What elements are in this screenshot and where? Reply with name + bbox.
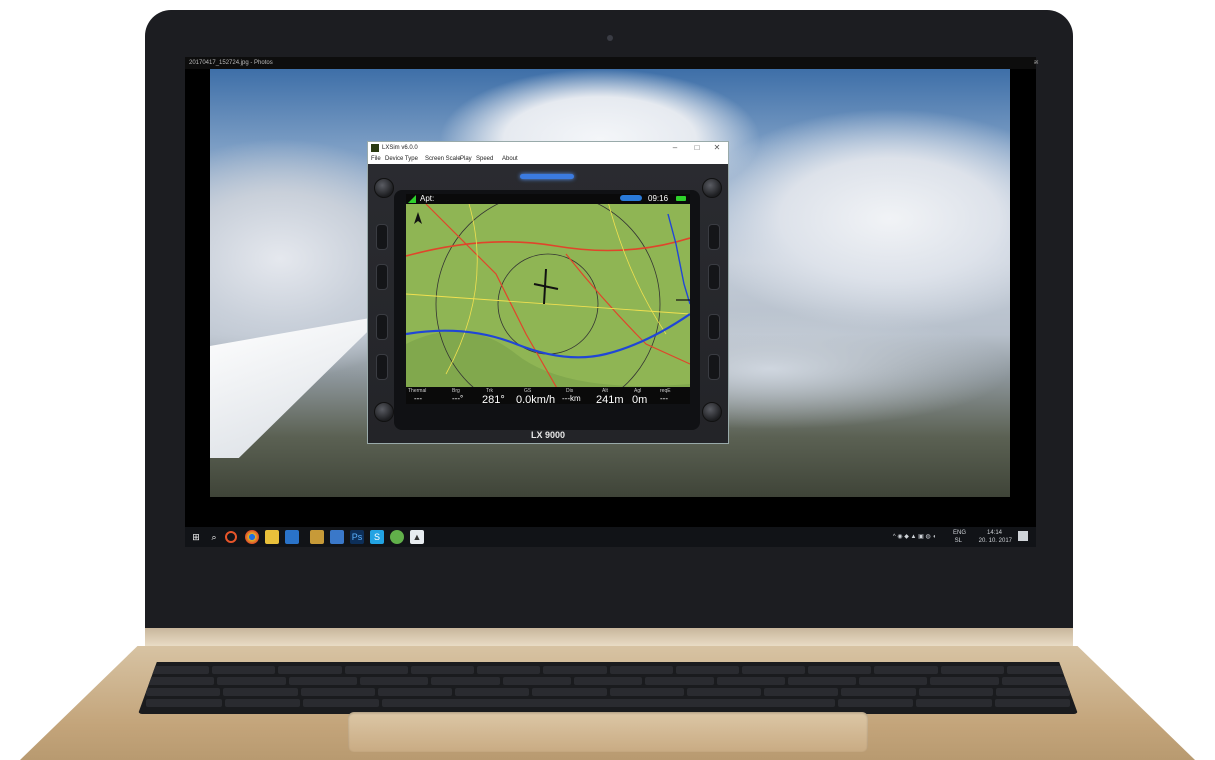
- photoshop-icon[interactable]: Ps: [350, 530, 364, 544]
- lxsim-title: LXSim v6.0.0: [382, 145, 418, 151]
- search-icon[interactable]: ⌕: [207, 530, 221, 544]
- device-model-label: LX 9000: [530, 430, 566, 440]
- input-region: SL: [954, 538, 962, 544]
- left-button-1[interactable]: [376, 224, 388, 250]
- navbox-value: 0m: [632, 394, 648, 404]
- mode-label: Apt:: [420, 194, 435, 203]
- folder-icon[interactable]: [310, 530, 324, 544]
- right-button-1[interactable]: [708, 224, 720, 250]
- photos-titlebar[interactable]: 20170417_152724.jpg - Photos – □ ✕: [185, 57, 1039, 69]
- key-row: [138, 699, 1078, 707]
- lcd-screen[interactable]: Apt: 09:16 Thermal --- Brg ---° Trk 281°: [406, 194, 690, 404]
- app-icon[interactable]: [330, 530, 344, 544]
- knob-top-left[interactable]: [374, 178, 394, 198]
- lcd-topbar: Apt: 09:16: [406, 194, 690, 204]
- photos-title: 20170417_152724.jpg - Photos: [189, 60, 273, 66]
- navbox-value: ---km: [562, 394, 581, 403]
- chrome-icon[interactable]: [245, 530, 259, 544]
- laptop-hinge: [145, 628, 1073, 646]
- menu-speed[interactable]: Speed: [476, 154, 493, 164]
- windows-taskbar: ⊞ ⌕ Ps S ▲ ^ ◉ ◆ ▲ ▣ ◍ ◖ ENG SL 14:14 20…: [185, 527, 1036, 547]
- action-center-icon[interactable]: [1018, 531, 1028, 541]
- left-button-4[interactable]: [376, 354, 388, 380]
- touchpad[interactable]: [348, 712, 868, 752]
- lxsim-app-icon: [371, 144, 379, 152]
- left-button-2[interactable]: [376, 264, 388, 290]
- lxsim-window: LXSim v6.0.0 – □ ✕ File Device Type Scre…: [367, 141, 729, 444]
- navbox-value: 0.0km/h: [516, 394, 556, 404]
- right-button-3[interactable]: [708, 314, 720, 340]
- cortana-icon[interactable]: [225, 531, 237, 543]
- navbox-bar: Thermal --- Brg ---° Trk 281° GS 0.0km/h…: [406, 387, 690, 404]
- lxsim-titlebar[interactable]: LXSim v6.0.0 – □ ✕: [368, 142, 728, 154]
- menu-play[interactable]: Play: [460, 154, 472, 164]
- moving-map[interactable]: [406, 194, 690, 404]
- lxsim-maximize-button[interactable]: □: [686, 142, 708, 154]
- tray-clock[interactable]: 14:14: [987, 529, 1002, 537]
- key-row: [138, 688, 1078, 696]
- lxsim-minimize-button[interactable]: –: [664, 142, 686, 154]
- menu-about[interactable]: About: [502, 154, 518, 164]
- file-explorer-icon[interactable]: [265, 530, 279, 544]
- lxsim-close-button[interactable]: ✕: [706, 142, 728, 154]
- keyboard: [138, 662, 1078, 714]
- clock: 09:16: [648, 194, 669, 203]
- navbox-value: ---: [660, 394, 668, 403]
- right-button-4[interactable]: [708, 354, 720, 380]
- menu-screen-scale[interactable]: Screen Scale: [425, 154, 461, 164]
- photos-close-button[interactable]: ✕: [1034, 57, 1048, 69]
- store-icon[interactable]: [285, 530, 299, 544]
- windows-start-icon[interactable]: ⊞: [189, 530, 203, 544]
- webcam: [607, 35, 613, 41]
- key-row: [138, 677, 1078, 685]
- lx9000-device: Apt: 09:16 Thermal --- Brg ---° Trk 281°: [368, 164, 728, 443]
- knob-top-right[interactable]: [702, 178, 722, 198]
- skype-icon[interactable]: S: [370, 530, 384, 544]
- battery-icon: [676, 196, 686, 201]
- key-row: [138, 666, 1078, 674]
- knob-bottom-right[interactable]: [702, 402, 722, 422]
- navbox-value: ---°: [452, 394, 464, 403]
- right-button-2[interactable]: [708, 264, 720, 290]
- navbox-value: 281°: [482, 394, 505, 404]
- photos-icon[interactable]: ▲: [410, 530, 424, 544]
- menu-device-type[interactable]: Device Type: [385, 154, 418, 164]
- input-language[interactable]: ENG: [953, 529, 966, 537]
- navbox-value: ---: [414, 394, 422, 403]
- left-button-3[interactable]: [376, 314, 388, 340]
- signal-icon: [408, 195, 416, 203]
- glider-status-icon: [620, 195, 642, 201]
- menu-file[interactable]: File: [371, 154, 381, 164]
- knob-bottom-left[interactable]: [374, 402, 394, 422]
- tray-icons[interactable]: ^ ◉ ◆ ▲ ▣ ◍ ◖: [893, 533, 936, 541]
- status-led: [520, 174, 574, 179]
- maps-icon[interactable]: [390, 530, 404, 544]
- navbox-value: 241m: [596, 394, 624, 404]
- tray-date[interactable]: 20. 10. 2017: [979, 537, 1012, 545]
